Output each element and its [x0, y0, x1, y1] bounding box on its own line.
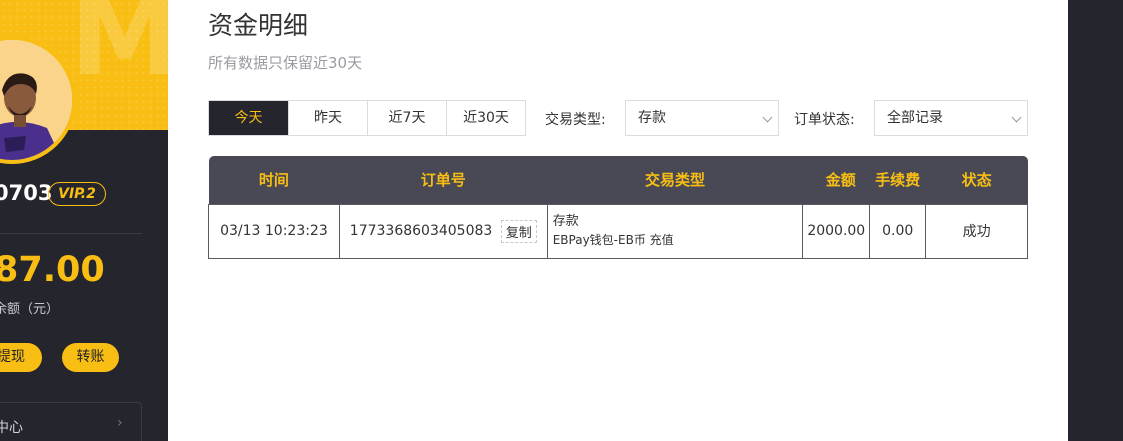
main-content: 资金明细 所有数据只保留近30天 今天 昨天 近7天 近30天 交易类型: 存款…	[168, 0, 1068, 441]
date-range-tabs: 今天 昨天 近7天 近30天	[208, 100, 526, 136]
copy-button[interactable]: 复制	[500, 219, 537, 243]
column-header-transaction-type: 交易类型	[547, 156, 803, 204]
cell-fee: 0.00	[869, 203, 927, 259]
balance-amount: 87.00	[0, 250, 105, 290]
avatar-image	[0, 40, 72, 160]
transaction-type-select[interactable]: 存款	[625, 100, 779, 136]
transaction-detail: EBPay钱包-EB币 充值	[552, 233, 674, 247]
table-row: 03/13 10:23:23 1773368603405083 复制 存款 EB…	[208, 203, 1028, 259]
tab-7-days[interactable]: 近7天	[367, 101, 446, 135]
page-subtitle: 所有数据只保留近30天	[208, 54, 363, 72]
tab-yesterday[interactable]: 昨天	[288, 101, 367, 135]
cell-time: 03/13 10:23:23	[208, 203, 340, 259]
vip-badge: VIP.2	[48, 182, 106, 206]
column-header-fee: 手续费	[869, 156, 926, 204]
transfer-button[interactable]: 转账	[62, 343, 119, 372]
sidebar-divider	[0, 233, 142, 234]
transaction-type-value: 存款	[638, 110, 666, 126]
column-header-status: 状态	[925, 156, 1028, 204]
cell-transaction-type: 存款 EBPay钱包-EB币 充值	[546, 203, 804, 259]
transactions-table: 时间 订单号 交易类型 金额 手续费 状态 03/13 10:23:23 177…	[208, 156, 1028, 259]
sidebar-item-label: 中心	[0, 420, 23, 436]
order-status-select[interactable]: 全部记录	[874, 100, 1028, 136]
column-header-time: 时间	[208, 156, 340, 204]
order-number: 1773368603405083	[349, 223, 493, 239]
withdraw-button[interactable]: 提现	[0, 343, 42, 372]
chevron-down-icon	[762, 112, 773, 123]
order-status-label: 订单状态:	[794, 112, 855, 128]
chevron-down-icon	[1011, 112, 1022, 123]
order-status-value: 全部记录	[887, 110, 943, 126]
chevron-right-icon: ›	[117, 415, 123, 431]
cell-order-number: 1773368603405083 复制	[338, 203, 548, 259]
banner-watermark: MH	[70, 0, 168, 100]
tab-30-days[interactable]: 近30天	[446, 101, 525, 135]
transaction-type-label: 交易类型:	[545, 112, 606, 128]
right-side-panel	[1068, 0, 1123, 441]
profile-sidebar: MH 0703 VIP.2 87.00 余额（元） 提现 转账 中心 ›	[0, 0, 168, 441]
username: 0703	[0, 181, 53, 205]
cell-amount: 2000.00	[802, 203, 871, 259]
table-header-row: 时间 订单号 交易类型 金额 手续费 状态	[208, 156, 1028, 204]
balance-label: 余额（元）	[0, 302, 60, 317]
transaction-type: 存款	[552, 214, 579, 229]
tab-today[interactable]: 今天	[209, 101, 288, 135]
column-header-amount: 金额	[802, 156, 870, 204]
sidebar-item-center[interactable]: 中心 ›	[0, 402, 142, 441]
avatar[interactable]	[0, 36, 76, 164]
column-header-order-number: 订单号	[339, 156, 548, 204]
status-badge: 成功	[925, 203, 1028, 259]
page-title: 资金明细	[208, 11, 309, 40]
